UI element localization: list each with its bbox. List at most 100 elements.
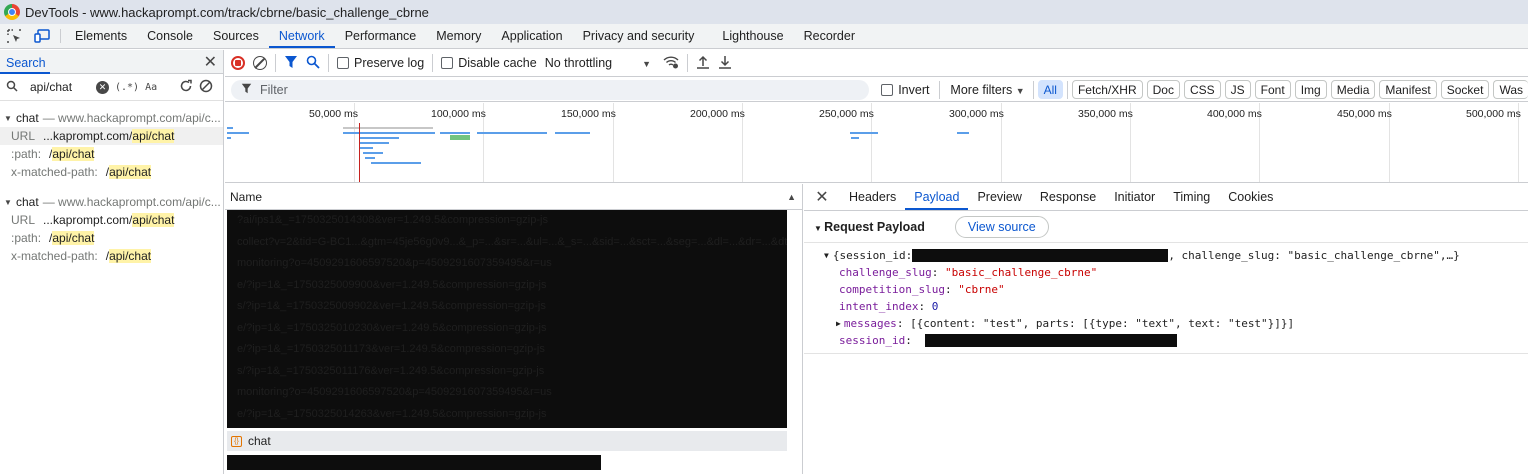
clear-log-icon[interactable] [253,56,267,70]
tab-memory[interactable]: Memory [426,24,491,48]
search-result-line[interactable]: :path: / api/chat [0,145,223,163]
filter-chip-media[interactable]: Media [1330,80,1376,99]
payload-field[interactable]: session_id: [804,332,1528,349]
search-result-header[interactable]: ▼ chat — www.hackaprompt.com/api/c... [0,193,223,211]
payload-field[interactable]: competition_slug: "cbrne" [804,281,1528,298]
request-row[interactable]: ?ai/ips1&_=1750325014308&ver=1.249.5&com… [227,210,787,232]
refresh-icon[interactable] [179,79,193,96]
request-row[interactable]: monitoring?o=4509291606597520&p=45092916… [227,382,787,404]
request-row[interactable]: e/?ip=1&_=1750325009900&ver=1.249.5&comp… [227,275,787,297]
filter-chip-manifest[interactable]: Manifest [1379,80,1437,99]
timeline-tick-label: 100,000 ms [431,108,486,120]
close-icon[interactable]: ✕ [804,184,840,210]
search-icon[interactable] [306,55,320,72]
search-result-line[interactable]: :path: / api/chat [0,229,223,247]
import-har-icon[interactable] [696,55,710,72]
search-result-header[interactable]: ▼ chat — www.hackaprompt.com/api/c... [0,109,223,127]
divider [687,54,689,72]
throttling-select[interactable]: No throttling ▼ [545,56,651,70]
payload-field[interactable]: challenge_slug: "basic_challenge_cbrne" [804,264,1528,281]
search-input[interactable]: api/chat [30,80,90,94]
request-payload-toggle[interactable]: ▼ Request Payload [814,220,925,234]
tab-timing[interactable]: Timing [1164,184,1219,210]
request-row[interactable]: monitoring?o=4509291606597520&p=45092916… [227,253,787,275]
search-result-line[interactable]: URL ...kaprompt.com/api/chat [0,127,223,145]
tab-initiator[interactable]: Initiator [1105,184,1164,210]
inspect-element-icon[interactable] [0,24,28,48]
timeline-tick-label: 250,000 ms [819,108,874,120]
expand-triangle-icon[interactable]: ▶ [836,319,841,328]
search-result-line[interactable]: URL ...kaprompt.com/api/chat [0,211,223,229]
search-result-line[interactable]: x-matched-path: / api/chat [0,247,223,265]
device-toolbar-icon[interactable] [28,24,56,48]
tab-headers[interactable]: Headers [840,184,905,210]
search-result-line[interactable]: x-matched-path: / api/chat [0,163,223,181]
payload-field-messages[interactable]: ▶ messages: [{content: "test", parts: [{… [804,315,1528,332]
filter-chip-js[interactable]: JS [1224,80,1251,99]
filter-placeholder: Filter [260,82,288,97]
disable-cache-checkbox[interactable]: Disable cache [441,56,537,70]
stop-recording-icon[interactable] [231,56,245,70]
match-case-toggle[interactable]: Aa [145,82,157,93]
filter-chip-css[interactable]: CSS [1183,80,1221,99]
preserve-log-checkbox[interactable]: Preserve log [337,56,424,70]
filter-chip-socket[interactable]: Socket [1440,80,1490,99]
column-header-name[interactable]: Name [230,190,262,204]
redacted-request-row[interactable] [227,455,601,470]
payload-root[interactable]: ▼ {session_id: , challenge_slug: "basic_… [804,247,1528,264]
filter-chip-img[interactable]: Img [1294,80,1327,99]
sort-arrow-icon[interactable]: ▲ [787,192,796,202]
request-row-selected[interactable]: {} chat [227,431,787,451]
tab-network[interactable]: Network [268,24,335,48]
regex-toggle[interactable]: (.*) [115,82,139,93]
network-overview-timeline[interactable]: 50,000 ms 100,000 ms 150,000 ms 200,000 … [225,103,1528,183]
filter-chip-all[interactable]: All [1037,80,1063,99]
tab-cookies[interactable]: Cookies [1219,184,1282,210]
request-row[interactable]: collect?v=2&tid=G-BC1...&gtm=45je56g0v9.… [227,232,787,254]
result-file-url: — www.hackaprompt.com/api/c... [42,111,221,125]
filter-chip-fetch-xhr[interactable]: Fetch/XHR [1071,80,1143,99]
request-row[interactable]: e/?ip=1&_=1750325011173&ver=1.249.5&comp… [227,339,787,361]
expand-triangle-icon[interactable]: ▼ [4,114,16,123]
close-icon[interactable]: ✕ [204,52,217,72]
tab-privacy-security[interactable]: Privacy and security [573,24,705,48]
tab-console[interactable]: Console [137,24,203,48]
timeline-request-bar [365,157,375,159]
filter-icon[interactable] [284,55,298,72]
view-source-button[interactable]: View source [954,215,1049,238]
timeline-request-bar [363,152,383,154]
tab-sources[interactable]: Sources [203,24,269,48]
tab-lighthouse[interactable]: Lighthouse [712,24,793,48]
tab-response[interactable]: Response [1031,184,1105,210]
result-key: URL [11,213,36,227]
tab-recorder[interactable]: Recorder [794,24,865,48]
tab-application[interactable]: Application [491,24,572,48]
export-har-icon[interactable] [718,55,732,72]
window-titlebar: DevTools - www.hackaprompt.com/track/cbr… [0,0,1528,24]
timeline-tick-label: 50,000 ms [309,108,359,120]
search-panel: Search ✕ api/chat ✕ (.*) Aa ▼ chat — www… [0,50,224,474]
timeline-request-bar [450,135,470,140]
timeline-tick-label: 300,000 ms [949,108,1004,120]
search-panel-title[interactable]: Search [0,50,50,74]
request-row[interactable]: e/?ip=1&_=1750325014263&ver=1.249.5&comp… [227,404,787,426]
tab-payload[interactable]: Payload [905,184,969,210]
request-row[interactable]: s/?ip=1&_=1750325011176&ver=1.249.5&comp… [227,361,787,383]
invert-checkbox[interactable]: Invert [881,83,929,97]
clear-search-icon[interactable]: ✕ [96,80,109,94]
tab-performance[interactable]: Performance [335,24,427,48]
filter-input[interactable]: Filter [231,79,870,100]
tab-elements[interactable]: Elements [65,24,137,48]
expand-triangle-icon[interactable]: ▼ [824,251,829,260]
request-row[interactable]: e/?ip=1&_=1750325010230&ver=1.249.5&comp… [227,318,787,340]
clear-results-icon[interactable] [199,79,213,96]
tab-preview[interactable]: Preview [968,184,1030,210]
request-row[interactable]: s/?ip=1&_=1750325009902&ver=1.249.5&comp… [227,296,787,318]
filter-chip-wasm[interactable]: Was [1493,80,1528,99]
expand-triangle-icon[interactable]: ▼ [4,198,16,207]
payload-field[interactable]: intent_index: 0 [804,298,1528,315]
more-filters-dropdown[interactable]: More filters ▼ [950,83,1024,97]
filter-chip-doc[interactable]: Doc [1146,80,1180,99]
filter-chip-font[interactable]: Font [1254,80,1291,99]
network-conditions-icon[interactable] [663,55,679,72]
